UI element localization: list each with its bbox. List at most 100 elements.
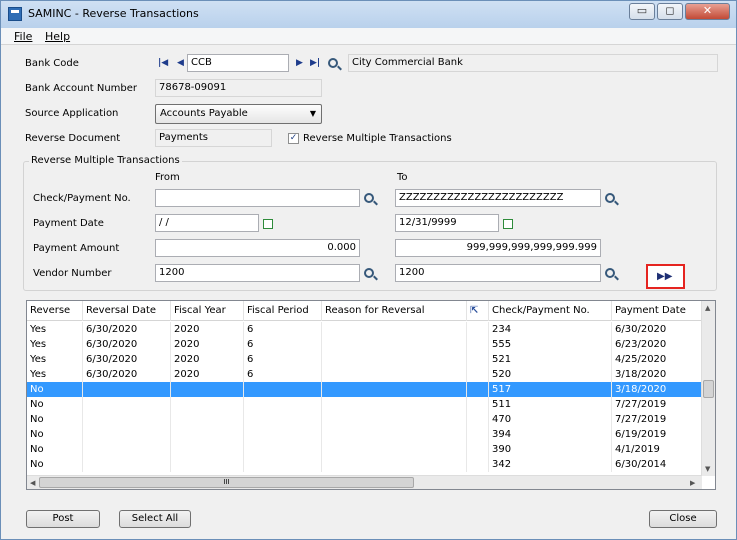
table-cell[interactable]: 6/30/2014	[612, 457, 702, 472]
table-cell[interactable]	[322, 322, 467, 337]
table-cell[interactable]: 3/18/2020	[612, 382, 702, 397]
table-cell[interactable]	[467, 457, 489, 472]
table-cell[interactable]: No	[27, 442, 83, 457]
table-row[interactable]: Yes 6/30/2020 2020 6 521 4/25/2020	[27, 352, 702, 367]
close-button[interactable]: Close	[649, 510, 717, 528]
table-cell[interactable]: 470	[489, 412, 612, 427]
table-cell[interactable]	[322, 397, 467, 412]
table-row[interactable]: No 342 6/30/2014	[27, 457, 702, 472]
table-cell[interactable]	[171, 382, 244, 397]
table-cell[interactable]: No	[27, 457, 83, 472]
table-cell[interactable]: 342	[489, 457, 612, 472]
table-cell[interactable]: Yes	[27, 337, 83, 352]
date-from-calendar-icon[interactable]	[263, 219, 273, 229]
table-row[interactable]: Yes 6/30/2020 2020 6 555 6/23/2020	[27, 337, 702, 352]
table-cell[interactable]	[322, 442, 467, 457]
table-cell[interactable]	[322, 352, 467, 367]
table-cell[interactable]: No	[27, 382, 83, 397]
close-window-button[interactable]: ✕	[685, 3, 730, 20]
table-cell[interactable]: 555	[489, 337, 612, 352]
table-cell[interactable]	[322, 427, 467, 442]
col-reversal-date[interactable]: Reversal Date	[83, 301, 171, 321]
table-cell[interactable]	[83, 397, 171, 412]
table-cell[interactable]: 4/1/2019	[612, 442, 702, 457]
table-cell[interactable]: 6/30/2020	[83, 322, 171, 337]
table-cell[interactable]	[322, 412, 467, 427]
check-from-search-icon[interactable]	[364, 193, 374, 203]
table-cell[interactable]: 517	[489, 382, 612, 397]
table-cell[interactable]: 2020	[171, 337, 244, 352]
table-cell[interactable]: 521	[489, 352, 612, 367]
table-cell[interactable]	[83, 427, 171, 442]
table-cell[interactable]: 234	[489, 322, 612, 337]
table-cell[interactable]: 6	[244, 367, 322, 382]
table-cell[interactable]: 3/18/2020	[612, 367, 702, 382]
vendor-to-search-icon[interactable]	[605, 268, 615, 278]
amount-to-field[interactable]: 999,999,999,999,999.999	[395, 239, 601, 257]
table-cell[interactable]: 2020	[171, 352, 244, 367]
table-row[interactable]: No 470 7/27/2019	[27, 412, 702, 427]
check-from-field[interactable]	[155, 189, 360, 207]
table-cell[interactable]: 2020	[171, 322, 244, 337]
table-cell[interactable]: 2020	[171, 367, 244, 382]
table-cell[interactable]: 520	[489, 367, 612, 382]
menu-help[interactable]: Help	[45, 30, 70, 43]
fast-forward-icon[interactable]: ▶▶	[657, 271, 672, 282]
vendor-to-field[interactable]: 1200	[395, 264, 601, 282]
col-fiscal-period[interactable]: Fiscal Period	[244, 301, 322, 321]
table-cell[interactable]	[171, 412, 244, 427]
table-cell[interactable]	[171, 457, 244, 472]
scroll-up-icon[interactable]: ▲	[705, 304, 710, 312]
table-cell[interactable]	[467, 367, 489, 382]
table-cell[interactable]	[467, 397, 489, 412]
first-record-icon[interactable]: |◀	[158, 58, 168, 68]
table-cell[interactable]: 394	[489, 427, 612, 442]
table-cell[interactable]	[171, 427, 244, 442]
maximize-button[interactable]: ◻	[657, 3, 683, 20]
col-reason[interactable]: Reason for Reversal	[322, 301, 467, 321]
table-row[interactable]: No 394 6/19/2019	[27, 427, 702, 442]
bank-code-field[interactable]: CCB	[187, 54, 289, 72]
table-cell[interactable]: 6/30/2020	[83, 352, 171, 367]
table-cell[interactable]: Yes	[27, 322, 83, 337]
table-cell[interactable]: 7/27/2019	[612, 397, 702, 412]
scroll-down-icon[interactable]: ▼	[705, 465, 710, 473]
table-cell[interactable]	[467, 412, 489, 427]
table-cell[interactable]: 6/23/2020	[612, 337, 702, 352]
col-fiscal-year[interactable]: Fiscal Year	[171, 301, 244, 321]
menu-file[interactable]: File	[14, 30, 32, 43]
table-cell[interactable]: 6/30/2020	[83, 337, 171, 352]
col-drilldown[interactable]: ⇱	[467, 301, 489, 321]
table-row[interactable]: No 390 4/1/2019	[27, 442, 702, 457]
table-row[interactable]: No 517 3/18/2020	[27, 382, 702, 397]
table-cell[interactable]: 4/25/2020	[612, 352, 702, 367]
table-cell[interactable]: 6/30/2020	[83, 367, 171, 382]
table-cell[interactable]: 6	[244, 322, 322, 337]
table-cell[interactable]	[83, 412, 171, 427]
post-button[interactable]: Post	[26, 510, 100, 528]
table-cell[interactable]	[322, 337, 467, 352]
table-cell[interactable]	[83, 457, 171, 472]
table-cell[interactable]	[467, 442, 489, 457]
table-cell[interactable]: No	[27, 427, 83, 442]
table-cell[interactable]	[322, 382, 467, 397]
next-record-icon[interactable]: ▶	[296, 58, 303, 68]
table-cell[interactable]: 6	[244, 337, 322, 352]
table-cell[interactable]	[244, 427, 322, 442]
check-to-field[interactable]: ZZZZZZZZZZZZZZZZZZZZZZZZ	[395, 189, 601, 207]
minimize-button[interactable]: ▭	[629, 3, 655, 20]
col-reverse[interactable]: Reverse	[27, 301, 83, 321]
table-cell[interactable]: 6	[244, 352, 322, 367]
select-all-button[interactable]: Select All	[119, 510, 191, 528]
table-cell[interactable]: 6/19/2019	[612, 427, 702, 442]
table-cell[interactable]	[467, 427, 489, 442]
table-cell[interactable]	[467, 337, 489, 352]
table-row[interactable]: No 511 7/27/2019	[27, 397, 702, 412]
table-cell[interactable]: 6/30/2020	[612, 322, 702, 337]
table-cell[interactable]: Yes	[27, 367, 83, 382]
table-cell[interactable]: 390	[489, 442, 612, 457]
table-cell[interactable]	[322, 367, 467, 382]
reverse-multiple-checkbox[interactable]: ✓	[288, 133, 299, 144]
vertical-scroll-thumb[interactable]	[703, 380, 714, 398]
amount-from-field[interactable]: 0.000	[155, 239, 360, 257]
